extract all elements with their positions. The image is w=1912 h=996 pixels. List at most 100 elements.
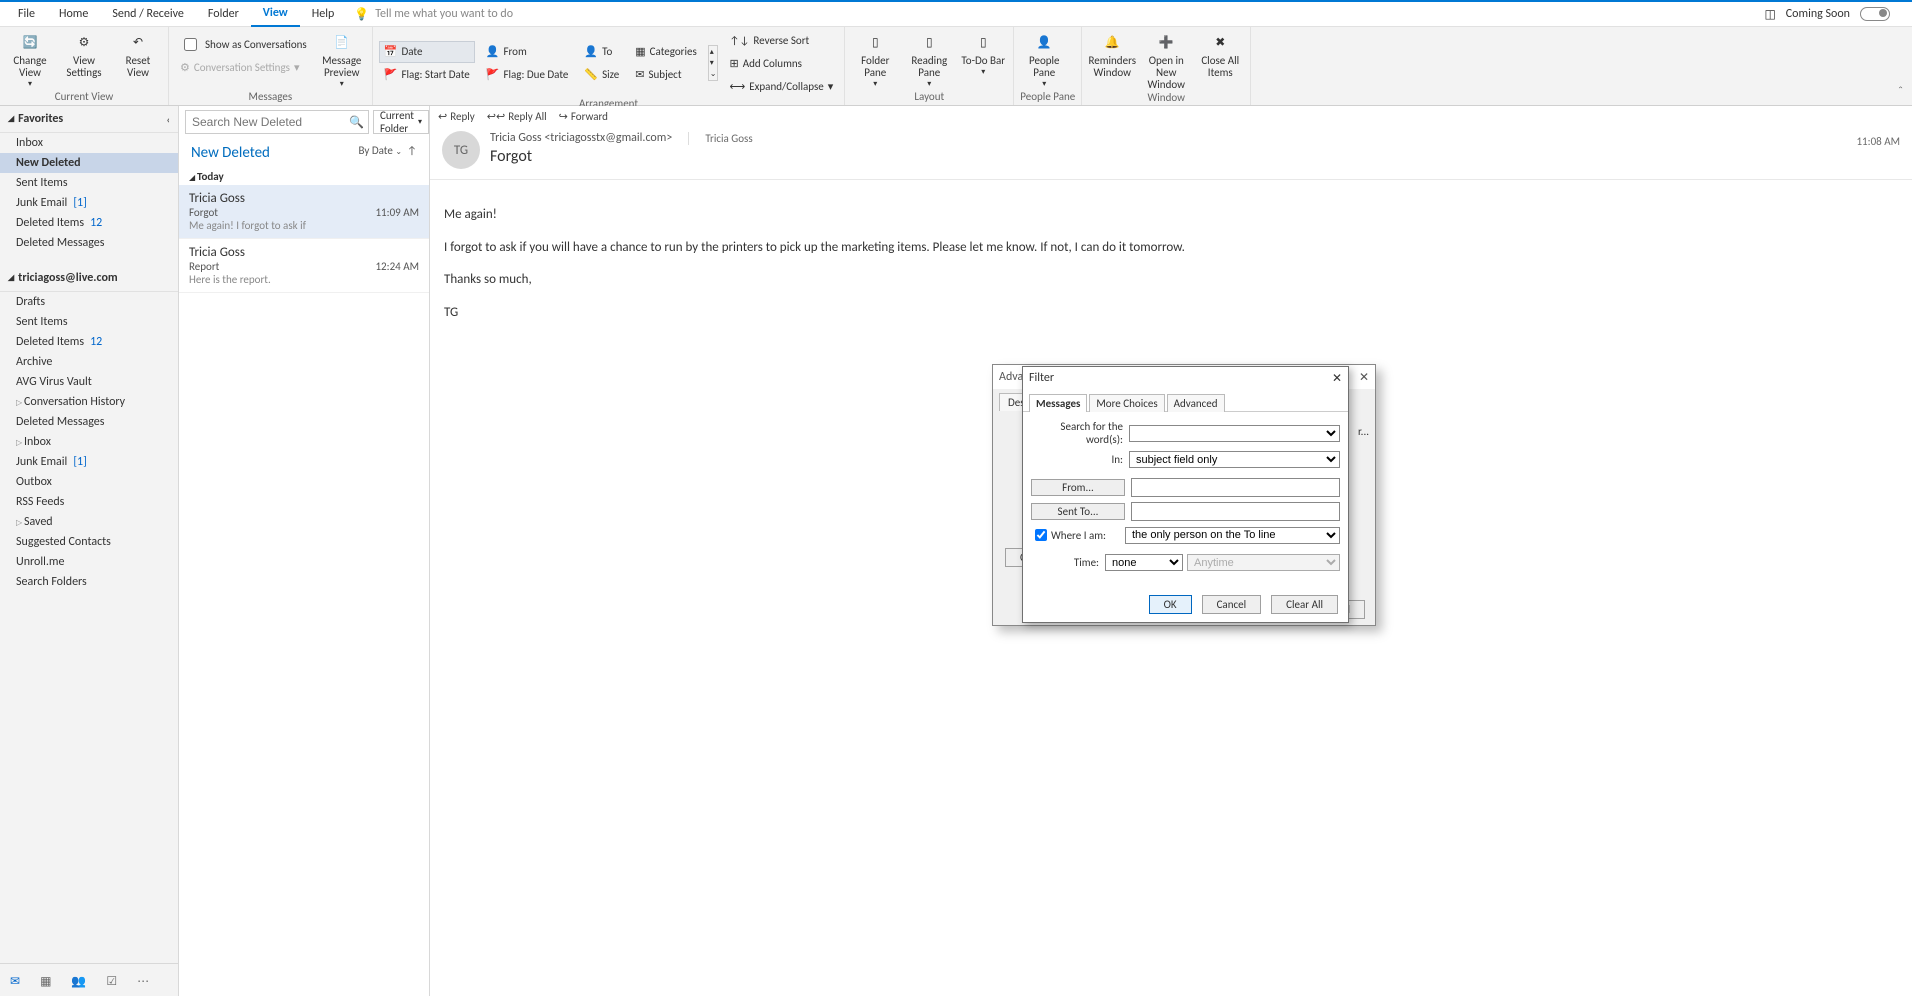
folder-pane: ◢Favorites‹ InboxNew DeletedSent ItemsJu… <box>0 106 179 996</box>
nav-item[interactable]: Deleted Messages <box>0 412 178 432</box>
reply-button[interactable]: ↩ Reply <box>438 110 475 123</box>
sent-to-input[interactable] <box>1131 502 1340 521</box>
menu-file[interactable]: File <box>6 2 47 26</box>
adv-dialog-title: Adva <box>999 370 1023 384</box>
search-box[interactable]: 🔍 <box>185 110 369 134</box>
change-view-button[interactable]: 🔄Change View▾ <box>6 29 54 89</box>
nav-item[interactable]: Search Folders <box>0 572 178 592</box>
forward-button[interactable]: ↪ Forward <box>559 110 608 123</box>
arrange-flag-start[interactable]: 🚩 Flag: Start Date <box>379 64 475 86</box>
menu-help[interactable]: Help <box>300 2 347 26</box>
mail-icon[interactable]: ✉ <box>10 974 20 989</box>
search-input[interactable] <box>190 114 349 130</box>
arrange-expand-icon[interactable]: ⌄ <box>710 69 717 79</box>
nav-item[interactable]: Archive <box>0 352 178 372</box>
folder-pane-button[interactable]: ▯Folder Pane▾ <box>851 29 899 89</box>
close-all-items-button[interactable]: ✖Close All Items <box>1196 29 1244 79</box>
message-item[interactable]: Tricia GossReport12:24 AMHere is the rep… <box>179 239 429 293</box>
coming-soon-toggle[interactable] <box>1860 7 1890 21</box>
nav-item[interactable]: ▷ Conversation History <box>0 392 178 412</box>
message-preview-button[interactable]: 📄Message Preview▾ <box>318 29 366 89</box>
filter-ok-button[interactable]: OK <box>1149 595 1192 614</box>
from-input[interactable] <box>1131 478 1340 497</box>
arrange-to[interactable]: 👤 To <box>579 41 624 63</box>
nav-item[interactable]: Drafts <box>0 292 178 312</box>
show-as-conversations[interactable]: Show as Conversations <box>175 33 312 55</box>
filter-tab-more-choices[interactable]: More Choices <box>1089 394 1164 412</box>
nav-item[interactable]: AVG Virus Vault <box>0 372 178 392</box>
group-today[interactable]: Today <box>179 168 429 185</box>
adv-dialog-close-icon[interactable]: ✕ <box>1359 370 1369 385</box>
nav-item[interactable]: ▷ Inbox <box>0 432 178 452</box>
filter-clear-all-button[interactable]: Clear All <box>1271 595 1338 614</box>
nav-item[interactable]: Deleted Items12 <box>0 213 178 233</box>
expand-collapse[interactable]: ⟷ Expand/Collapse ▾ <box>724 75 838 97</box>
conversation-settings[interactable]: ⚙ Conversation Settings ▾ <box>175 56 312 78</box>
tasks-icon[interactable]: ☑ <box>106 974 117 989</box>
account-header[interactable]: ◢triciagoss@live.com <box>0 265 178 292</box>
sent-to-button[interactable]: Sent To... <box>1031 503 1125 520</box>
search-words-input[interactable] <box>1129 425 1340 442</box>
anytime-select: Anytime <box>1187 554 1340 571</box>
favorites-header[interactable]: ◢Favorites‹ <box>0 106 178 133</box>
arrange-subject[interactable]: ✉ Subject <box>630 64 702 86</box>
nav-item[interactable]: Inbox <box>0 133 178 153</box>
where-i-am-label: Where I am: <box>1051 529 1125 542</box>
arrange-from[interactable]: 👤 From <box>481 41 574 63</box>
nav-item[interactable]: Sent Items <box>0 312 178 332</box>
people-icon[interactable]: 👥 <box>71 974 86 989</box>
people-pane-button[interactable]: 👤People Pane▾ <box>1020 29 1068 89</box>
menu-home[interactable]: Home <box>47 2 100 26</box>
arrange-categories[interactable]: ▦ Categories <box>630 41 702 63</box>
time-select[interactable]: none <box>1105 554 1183 571</box>
filter-tab-advanced[interactable]: Advanced <box>1167 394 1225 412</box>
reverse-sort[interactable]: ↑↓ Reverse Sort <box>724 29 838 51</box>
todo-bar-button[interactable]: ▯To-Do Bar▾ <box>959 29 1007 77</box>
add-columns[interactable]: ⊞ Add Columns <box>724 52 838 74</box>
sort-button[interactable]: By Date ⌄ ↑ <box>359 144 417 162</box>
nav-item[interactable]: Outbox <box>0 472 178 492</box>
reminders-window-button[interactable]: 🔔Reminders Window <box>1088 29 1136 79</box>
collapse-nav-icon[interactable]: ‹ <box>167 113 170 126</box>
nav-item[interactable]: New Deleted <box>0 153 178 173</box>
arrange-scroll-up[interactable]: ▴ <box>710 47 717 57</box>
arrange-scroll-down[interactable]: ▾ <box>710 58 717 68</box>
nav-item[interactable]: Junk Email[1] <box>0 452 178 472</box>
arrange-date[interactable]: 📅 Date <box>379 41 475 63</box>
message-item[interactable]: Tricia GossForgot11:09 AMMe again! I for… <box>179 185 429 239</box>
nav-item[interactable]: Deleted Messages <box>0 233 178 253</box>
nav-item[interactable]: RSS Feeds <box>0 492 178 512</box>
where-i-am-select[interactable]: the only person on the To line <box>1125 527 1340 544</box>
nav-item[interactable]: Suggested Contacts <box>0 532 178 552</box>
nav-item[interactable]: Sent Items <box>0 173 178 193</box>
calendar-icon[interactable]: ▦ <box>40 974 51 989</box>
reply-all-button[interactable]: ↩↩ Reply All <box>487 110 547 123</box>
collapse-ribbon-icon[interactable]: ＾ <box>1895 85 1906 101</box>
reset-view-button[interactable]: ↶Reset View <box>114 29 162 79</box>
menu-view[interactable]: View <box>251 1 300 27</box>
filter-dialog-close-icon[interactable]: ✕ <box>1332 371 1342 386</box>
nav-item[interactable]: Deleted Items12 <box>0 332 178 352</box>
filter-tab-messages[interactable]: Messages <box>1029 394 1087 412</box>
where-i-am-checkbox[interactable] <box>1035 529 1047 541</box>
tell-me[interactable]: Tell me what you want to do <box>375 7 513 21</box>
nav-item[interactable]: Junk Email[1] <box>0 193 178 213</box>
search-scope[interactable]: Current Folder ▾ <box>373 110 429 134</box>
arrange-size[interactable]: 📏 Size <box>579 64 624 86</box>
filter-cancel-button[interactable]: Cancel <box>1202 595 1262 614</box>
reading-pane-button[interactable]: ▯Reading Pane▾ <box>905 29 953 89</box>
coming-soon-label: Coming Soon <box>1786 7 1850 21</box>
to-line: Tricia Goss <box>688 132 752 145</box>
folder-title: New Deleted <box>191 144 270 162</box>
open-new-window-button[interactable]: ➕Open in New Window <box>1142 29 1190 91</box>
menu-send-receive[interactable]: Send / Receive <box>100 2 196 26</box>
search-icon[interactable]: 🔍 <box>349 115 364 130</box>
nav-item[interactable]: ▷ Saved <box>0 512 178 532</box>
more-icon[interactable]: ⋯ <box>137 974 149 989</box>
menu-folder[interactable]: Folder <box>196 2 251 26</box>
from-button[interactable]: From... <box>1031 479 1125 496</box>
in-select[interactable]: subject field only <box>1129 451 1340 468</box>
nav-item[interactable]: Unroll.me <box>0 552 178 572</box>
arrange-flag-due[interactable]: 🚩 Flag: Due Date <box>481 64 574 86</box>
view-settings-button[interactable]: ⚙View Settings <box>60 29 108 79</box>
